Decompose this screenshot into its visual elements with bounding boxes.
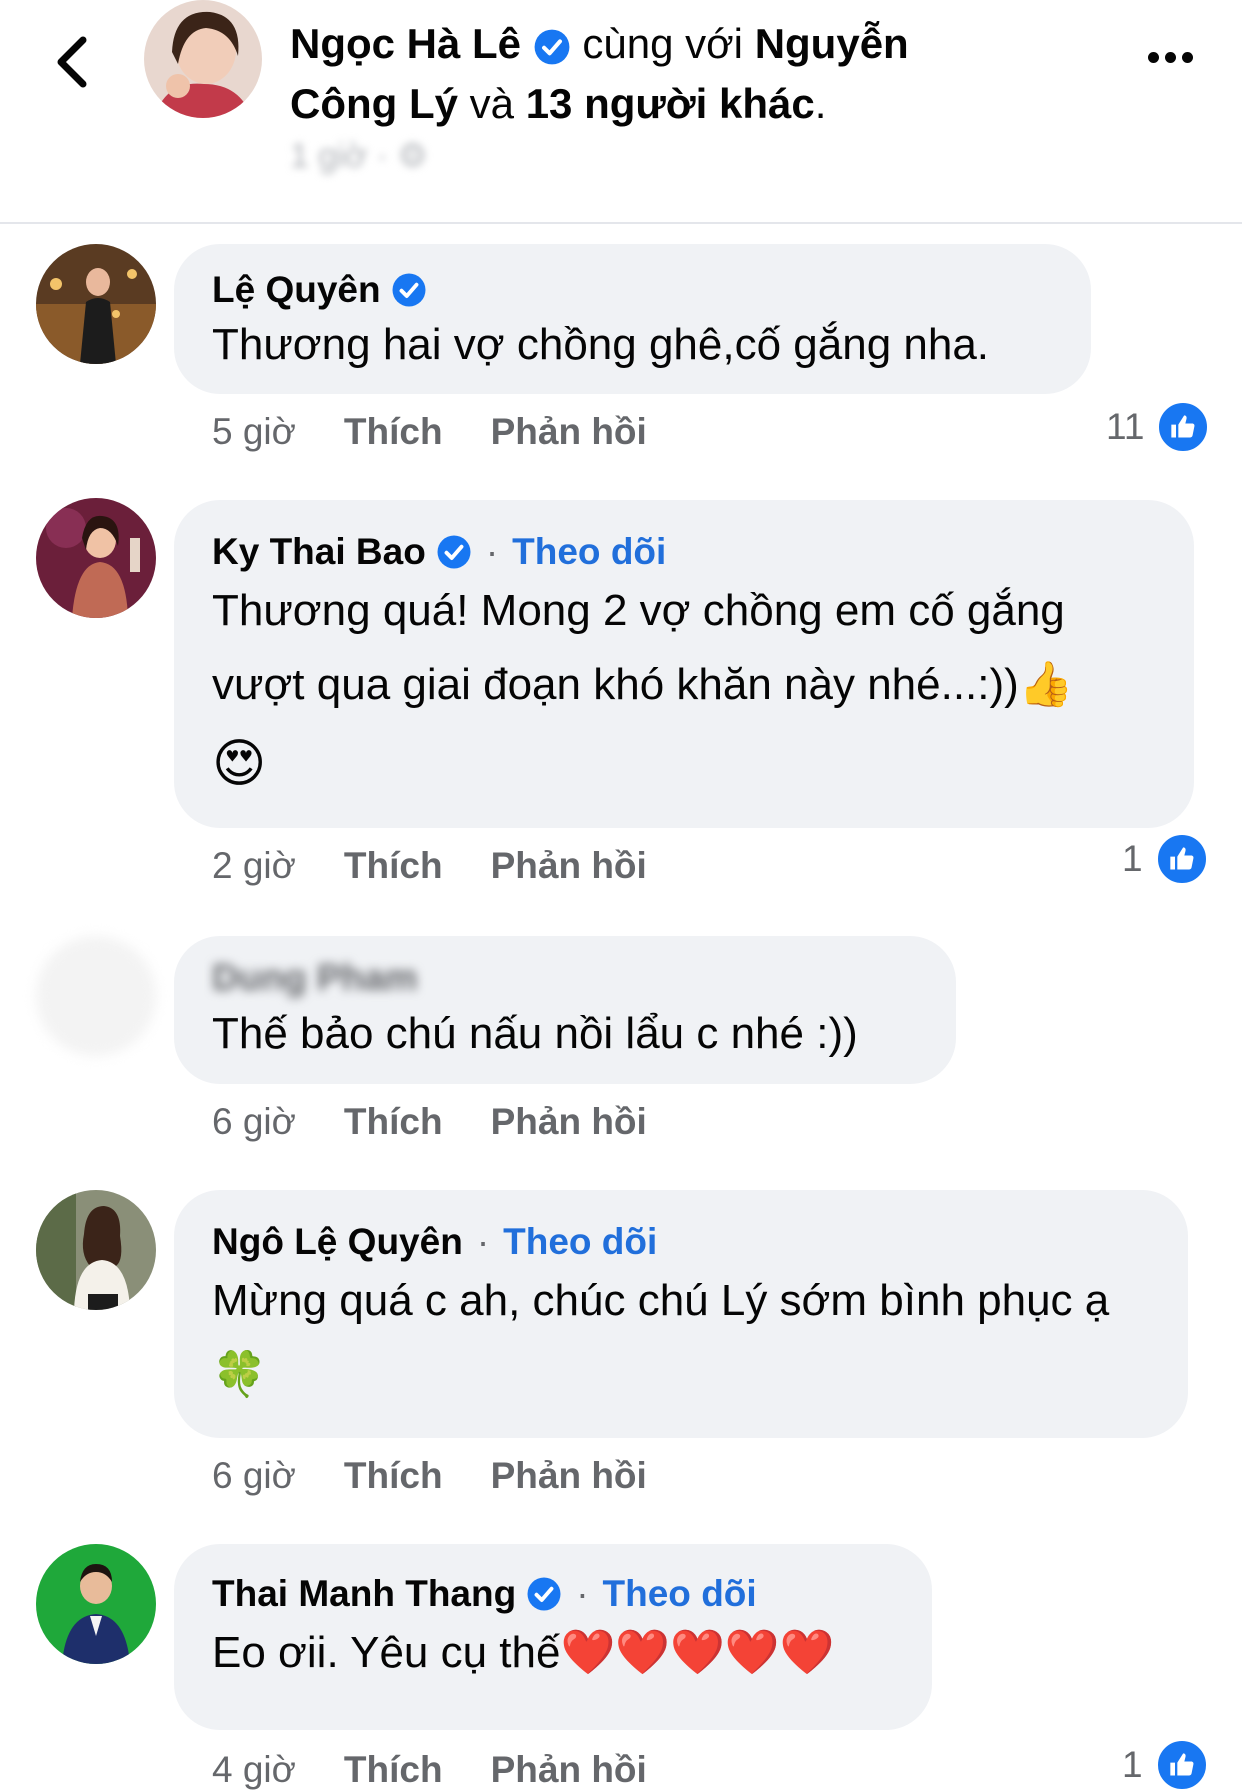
with-text: cùng với: [582, 20, 744, 67]
heart-eyes-emoji: 😍: [212, 734, 267, 794]
like-button[interactable]: Thích: [344, 1100, 443, 1144]
author-name[interactable]: Thai Manh Thang: [212, 1572, 516, 1616]
comment-time: 6 giờ: [212, 1101, 296, 1142]
comment-actions: 5 giờ Thích Phản hồi: [212, 410, 647, 454]
verified-icon: [534, 29, 570, 65]
reply-button[interactable]: Phản hồi: [491, 1100, 647, 1144]
post-header: Ngọc Hà Lê cùng với Nguyễn Công Lý và 13…: [0, 0, 1242, 224]
dot-icon: [1147, 51, 1159, 63]
reply-button[interactable]: Phản hồi: [491, 410, 647, 454]
commenter-avatar[interactable]: [36, 936, 156, 1056]
chevron-left-icon: [57, 36, 87, 88]
post-header-text: Ngọc Hà Lê cùng với Nguyễn Công Lý và 13…: [290, 20, 909, 127]
comment-actions: 2 giờ Thích Phản hồi: [212, 844, 647, 888]
author-name[interactable]: Lệ Quyên: [212, 268, 381, 312]
commenter-avatar[interactable]: [36, 1190, 156, 1310]
verified-icon: [437, 535, 471, 569]
comment-actions: 4 giờ Thích Phản hồi: [212, 1748, 647, 1792]
others-link[interactable]: 13 người khác: [526, 80, 815, 127]
like-count: 1: [1122, 1744, 1143, 1785]
comment-bubble: Lệ Quyên Thương hai vợ chồng ghê,cố gắng…: [174, 244, 1091, 394]
dot-icon: [1181, 51, 1193, 63]
commenter-avatar[interactable]: [36, 1544, 156, 1664]
author-name[interactable]: Ngô Lệ Quyên: [212, 1220, 463, 1264]
comment-bubble: Ky Thai Bao · Theo dõi Thương quá! Mong …: [174, 500, 1194, 828]
like-button[interactable]: Thích: [344, 844, 443, 888]
comment-time: 4 giờ: [212, 1749, 296, 1790]
follow-link[interactable]: Theo dõi: [512, 530, 666, 574]
comment-bubble: Thai Manh Thang · Theo dõi Eo ơii. Yêu c…: [174, 1544, 932, 1730]
verified-icon: [527, 1577, 561, 1611]
like-count: 1: [1122, 838, 1143, 879]
comment-bubble: Dung Pham Thế bảo chú nấu nồi lẩu c nhé …: [174, 936, 956, 1084]
comment-actions: 6 giờ Thích Phản hồi: [212, 1100, 647, 1144]
reply-button[interactable]: Phản hồi: [491, 1454, 647, 1498]
reaction-count[interactable]: 1: [1122, 832, 1209, 886]
author-name[interactable]: Ngọc Hà Lê: [290, 20, 521, 67]
reply-button[interactable]: Phản hồi: [491, 1748, 647, 1792]
more-options-button[interactable]: [1140, 42, 1200, 72]
thumbs-up-icon: [1156, 400, 1211, 454]
author-avatar[interactable]: [144, 0, 262, 118]
commenter-avatar[interactable]: [36, 244, 156, 364]
post-timestamp: 1 giờ · ⚙: [290, 137, 428, 175]
reply-button[interactable]: Phản hồi: [491, 844, 647, 888]
comment-author: Ky Thai Bao · Theo dõi: [212, 530, 667, 574]
like-button[interactable]: Thích: [344, 1454, 443, 1498]
like-button[interactable]: Thích: [344, 1748, 443, 1792]
comment-author: Ngô Lệ Quyên · Theo dõi: [212, 1220, 658, 1264]
follow-link[interactable]: Theo dõi: [603, 1572, 757, 1616]
comment-actions: 6 giờ Thích Phản hồi: [212, 1454, 647, 1498]
like-count: 11: [1106, 406, 1145, 447]
thumbs-up-icon: [1154, 832, 1209, 886]
comment-text: Eo ơii. Yêu cụ thế❤️❤️❤️❤️❤️: [212, 1627, 835, 1678]
author-name[interactable]: Dung Pham: [212, 956, 418, 1000]
comment-author: Lệ Quyên: [212, 268, 1055, 312]
thumbs-up-icon: [1154, 1738, 1209, 1792]
follow-link[interactable]: Theo dõi: [503, 1220, 657, 1264]
thumbs-up-emoji: 👍: [1018, 659, 1074, 710]
comment-time: 2 giờ: [212, 845, 296, 886]
dot-icon: [1164, 51, 1176, 63]
heart-emoji: ❤️❤️❤️❤️❤️: [560, 1627, 835, 1678]
and-text: và: [469, 80, 515, 127]
comment-text: Mừng quá c ah, chúc chú Lý sớm bình phục…: [212, 1276, 1110, 1400]
comment-author: Dung Pham: [212, 956, 920, 1000]
comment-text: Thế bảo chú nấu nồi lẩu c nhé :)): [212, 1009, 858, 1058]
reaction-count[interactable]: 11: [1106, 400, 1211, 454]
back-button[interactable]: [48, 34, 96, 90]
author-name[interactable]: Ky Thai Bao: [212, 530, 426, 574]
comment-time: 5 giờ: [212, 411, 296, 452]
comment-text: Thương hai vợ chồng ghê,cố gắng nha.: [212, 320, 990, 369]
comment-time: 6 giờ: [212, 1455, 296, 1496]
verified-icon: [392, 273, 426, 307]
like-button[interactable]: Thích: [344, 410, 443, 454]
comment-text: Thương quá! Mong 2 vợ chồng em cố gắng v…: [212, 574, 1158, 806]
comment-author: Thai Manh Thang · Theo dõi: [212, 1572, 757, 1616]
four-leaf-clover-emoji: 🍀: [212, 1349, 267, 1400]
reaction-count[interactable]: 1: [1122, 1738, 1209, 1792]
commenter-avatar[interactable]: [36, 498, 156, 618]
comment-bubble: Ngô Lệ Quyên · Theo dõi Mừng quá c ah, c…: [174, 1190, 1188, 1438]
